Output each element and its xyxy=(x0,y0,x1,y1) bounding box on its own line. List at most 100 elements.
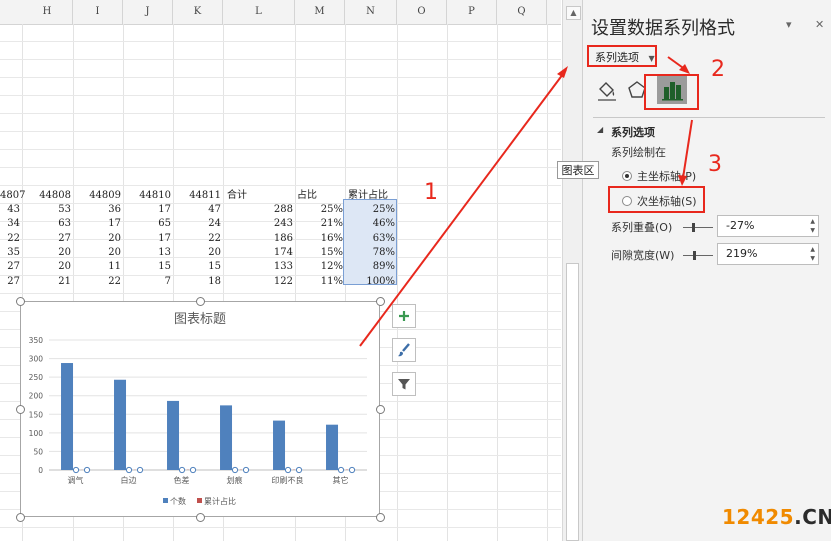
spin-down-icon[interactable]: ▼ xyxy=(810,249,815,269)
header-cell[interactable]: 占比 xyxy=(297,188,338,203)
table-cell[interactable]: 243 xyxy=(223,216,293,231)
table-cell[interactable]: 65 xyxy=(123,216,171,231)
column-header-o[interactable]: O xyxy=(397,0,447,24)
gap-width-spinner[interactable]: 219% ▲ ▼ xyxy=(717,243,819,265)
close-icon[interactable]: ✕ xyxy=(815,18,824,31)
table-cell[interactable]: 20 xyxy=(73,245,121,260)
table-cell[interactable]: 17 xyxy=(123,231,171,246)
table-cell[interactable]: 27 xyxy=(0,274,20,289)
resize-handle[interactable] xyxy=(196,297,205,306)
collapse-caret-icon[interactable]: ◢ xyxy=(597,125,603,134)
legend-label: 累计占比 xyxy=(204,496,236,506)
table-cell[interactable]: 25% xyxy=(295,202,343,217)
scroll-thumb[interactable] xyxy=(566,263,579,541)
series-options-dropdown[interactable]: 系列选项 ▼ xyxy=(587,45,657,67)
gap-width-slider-track[interactable] xyxy=(683,255,713,256)
table-cell[interactable]: 18 xyxy=(173,274,221,289)
table-cell[interactable]: 17 xyxy=(73,216,121,231)
header-cell[interactable]: 4807 xyxy=(0,188,25,203)
column-header-p[interactable]: P xyxy=(447,0,497,24)
pane-options-chevron-icon[interactable]: ▾ xyxy=(786,18,792,31)
overlap-slider-track[interactable] xyxy=(683,227,713,228)
chart-filters-button[interactable] xyxy=(392,372,416,396)
table-cell[interactable]: 24 xyxy=(173,216,221,231)
table-cell[interactable]: 34 xyxy=(0,216,20,231)
scroll-up-arrow-icon[interactable]: ▲ xyxy=(566,6,581,20)
table-cell[interactable]: 46% xyxy=(345,216,395,231)
section-title[interactable]: 系列选项 xyxy=(611,124,655,140)
overlap-spinner[interactable]: -27% ▲ ▼ xyxy=(717,215,819,237)
table-cell[interactable]: 21% xyxy=(295,216,343,231)
column-header-j[interactable]: J xyxy=(123,0,173,24)
table-cell[interactable]: 122 xyxy=(223,274,293,289)
table-cell[interactable]: 12% xyxy=(295,259,343,274)
table-cell[interactable]: 15 xyxy=(123,259,171,274)
primary-axis-radio[interactable] xyxy=(622,171,632,181)
table-cell[interactable]: 27 xyxy=(0,259,20,274)
column-header-k[interactable]: K xyxy=(173,0,223,24)
header-cell[interactable]: 44811 xyxy=(173,188,221,203)
table-cell[interactable]: 15 xyxy=(173,259,221,274)
resize-handle[interactable] xyxy=(16,513,25,522)
table-cell[interactable]: 11% xyxy=(295,274,343,289)
table-cell[interactable]: 186 xyxy=(223,231,293,246)
resize-handle[interactable] xyxy=(376,297,385,306)
table-cell[interactable]: 288 xyxy=(223,202,293,217)
resize-handle[interactable] xyxy=(196,513,205,522)
column-header-i[interactable]: I xyxy=(73,0,123,24)
resize-handle[interactable] xyxy=(16,405,25,414)
fill-line-tab[interactable] xyxy=(593,76,621,104)
resize-handle[interactable] xyxy=(376,405,385,414)
table-cell[interactable]: 43 xyxy=(0,202,20,217)
overlap-slider-knob[interactable] xyxy=(692,223,695,232)
table-cell[interactable]: 20 xyxy=(73,231,121,246)
chart-styles-button[interactable] xyxy=(392,338,416,362)
table-cell[interactable]: 36 xyxy=(73,202,121,217)
table-cell[interactable]: 47 xyxy=(173,202,221,217)
column-header-q[interactable]: Q xyxy=(497,0,547,24)
resize-handle[interactable] xyxy=(16,297,25,306)
header-cell[interactable]: 累计占比 xyxy=(348,188,395,203)
table-cell[interactable]: 133 xyxy=(223,259,293,274)
spreadsheet-grid[interactable]: HIJKLMNOPQ 4807 44808 44809 44810 44811 合计 占比累… xyxy=(0,0,561,541)
table-cell[interactable]: 20 xyxy=(173,245,221,260)
table-cell[interactable]: 13 xyxy=(123,245,171,260)
table-cell[interactable]: 20 xyxy=(22,259,71,274)
table-cell[interactable]: 63 xyxy=(22,216,71,231)
header-cell[interactable]: 44808 xyxy=(22,188,71,203)
table-cell[interactable]: 27 xyxy=(22,231,71,246)
table-cell[interactable]: 100% xyxy=(345,274,395,289)
header-cell[interactable]: 44809 xyxy=(73,188,121,203)
column-header-l[interactable]: L xyxy=(223,0,295,24)
table-cell[interactable]: 53 xyxy=(22,202,71,217)
table-cell[interactable]: 15% xyxy=(295,245,343,260)
column-header-h[interactable]: H xyxy=(22,0,73,24)
table-cell[interactable]: 11 xyxy=(73,259,121,274)
column-header-m[interactable]: M xyxy=(295,0,345,24)
table-cell[interactable]: 17 xyxy=(123,202,171,217)
grid-hline xyxy=(0,95,561,96)
spin-down-icon[interactable]: ▼ xyxy=(810,221,815,241)
primary-axis-label[interactable]: 主坐标轴(P) xyxy=(637,168,696,184)
table-cell[interactable]: 63% xyxy=(345,231,395,246)
table-cell[interactable]: 89% xyxy=(345,259,395,274)
vertical-scrollbar[interactable]: ▲ xyxy=(562,0,582,541)
table-cell[interactable]: 16% xyxy=(295,231,343,246)
table-cell[interactable]: 22 xyxy=(73,274,121,289)
header-cell[interactable]: 44810 xyxy=(123,188,171,203)
gap-width-slider-knob[interactable] xyxy=(693,251,696,260)
column-header-n[interactable]: N xyxy=(345,0,397,24)
resize-handle[interactable] xyxy=(376,513,385,522)
table-cell[interactable]: 174 xyxy=(223,245,293,260)
table-cell[interactable]: 21 xyxy=(22,274,71,289)
header-cell[interactable]: 合计 xyxy=(227,188,290,203)
table-cell[interactable]: 20 xyxy=(22,245,71,260)
table-cell[interactable]: 78% xyxy=(345,245,395,260)
table-cell[interactable]: 22 xyxy=(173,231,221,246)
table-cell[interactable]: 22 xyxy=(0,231,20,246)
table-cell[interactable]: 35 xyxy=(0,245,20,260)
chart-area[interactable]: 图表标题 0 50 100 150 200 250 300 350 调气 白边 色差 划痕 印刷不良 其它个… xyxy=(20,301,380,517)
add-chart-element-button[interactable] xyxy=(392,304,416,328)
table-cell[interactable]: 25% xyxy=(345,202,395,217)
table-cell[interactable]: 7 xyxy=(123,274,171,289)
